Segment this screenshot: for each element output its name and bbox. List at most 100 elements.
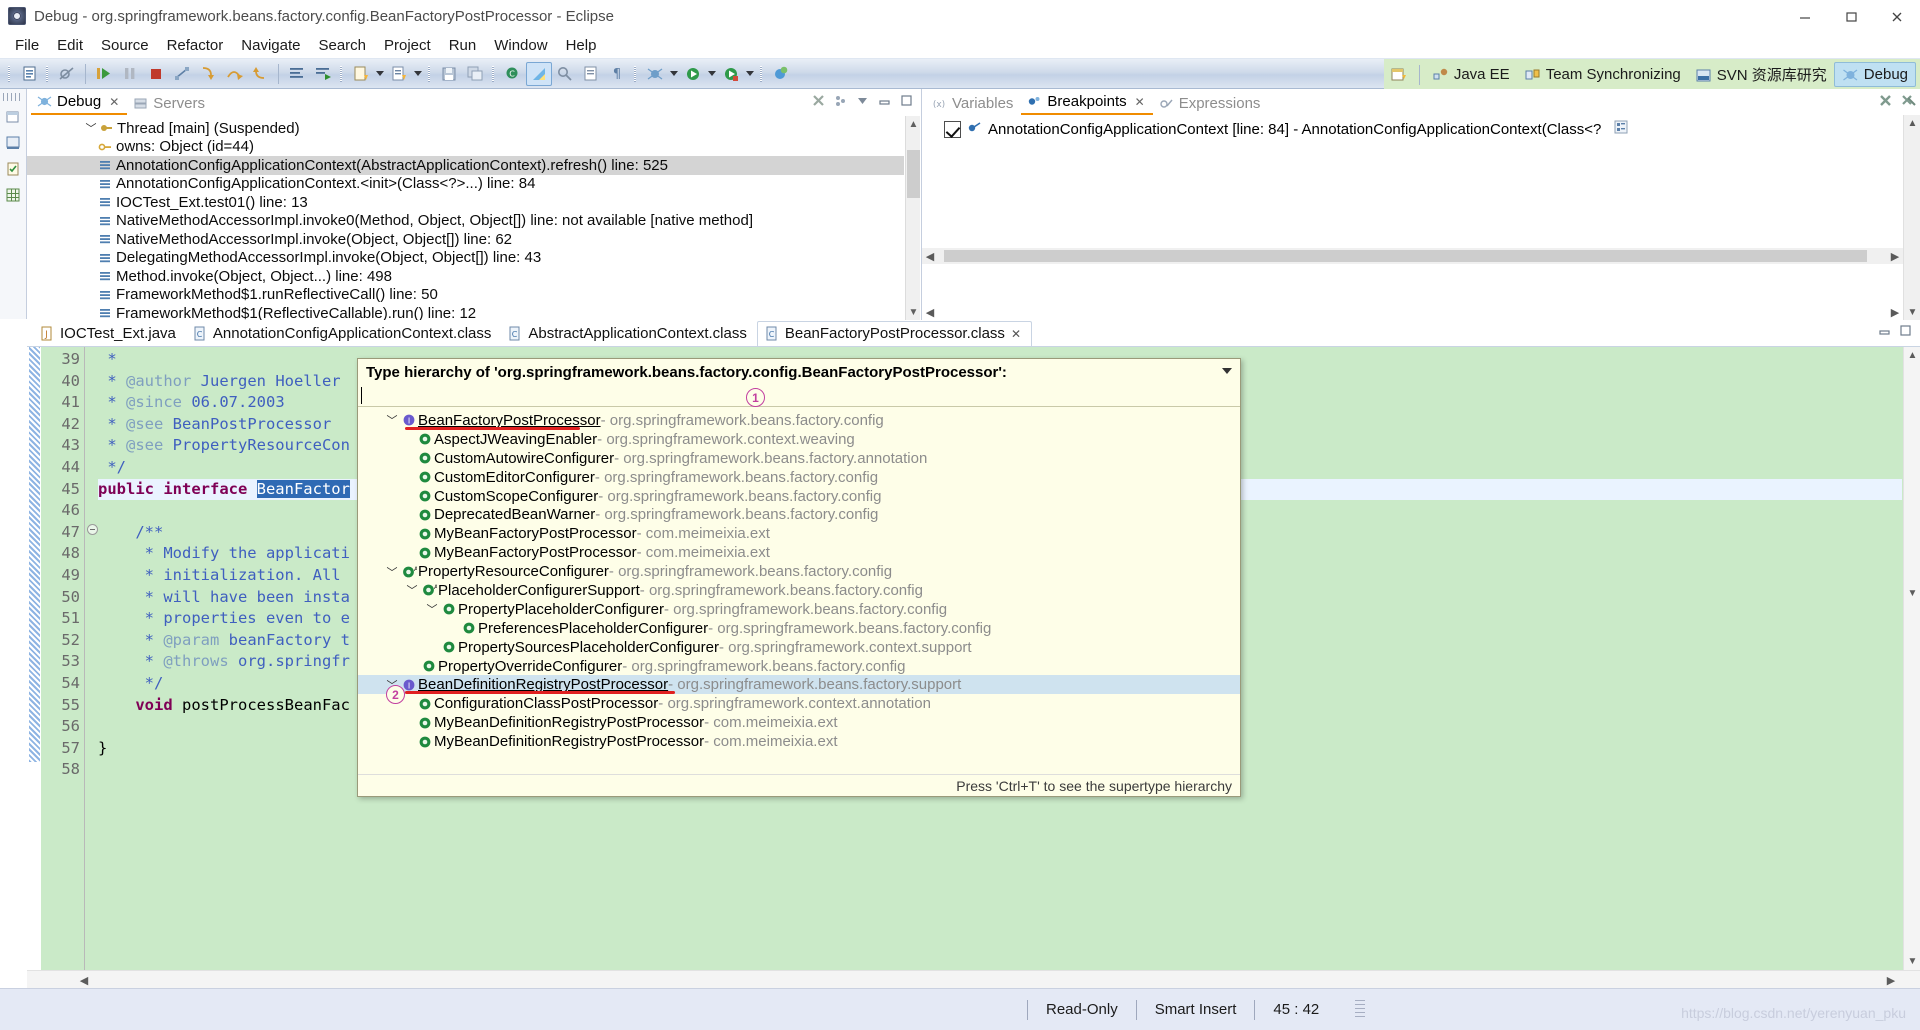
perspective-java-ee[interactable]: Java EE [1425,62,1517,87]
new-java-file-dropdown-icon[interactable] [374,62,386,86]
step-over-icon[interactable] [221,62,247,86]
tab-breakpoints-close-icon[interactable]: ✕ [1135,95,1145,109]
tab-variables[interactable]: (x) Variables [926,93,1021,115]
new-java-file-icon[interactable] [348,62,374,86]
minimize-icon[interactable] [1782,0,1828,33]
scrollbar-thumb[interactable] [907,150,920,198]
twisty-down-icon[interactable]: ﹀ [404,582,420,598]
hierarchy-row[interactable]: MyBeanDefinitionRegistryPostProcessor - … [358,713,1240,732]
menu-item-project[interactable]: Project [375,35,440,56]
perspective-team-synchronizing[interactable]: Team Synchronizing [1517,62,1688,87]
scroll-up-icon[interactable]: ▲ [906,116,921,132]
open-task-icon[interactable] [578,62,604,86]
hierarchy-row[interactable]: MyBeanDefinitionRegistryPostProcessor - … [358,732,1240,751]
menu-item-help[interactable]: Help [557,35,606,56]
breakpoints-bottom-scroll-region[interactable]: ◀ ▶ [922,304,1903,320]
menu-item-navigate[interactable]: Navigate [232,35,309,56]
paragraph-marks-icon[interactable]: ¶ [604,62,630,86]
stack-frame-row[interactable]: Method.invoke(Object, Object...) line: 4… [27,267,904,286]
editor-vertical-scrollbar[interactable]: ▲ ▼ ▼ [1903,347,1920,970]
code-folding-ruler[interactable] [84,347,98,970]
disconnect-icon[interactable] [169,62,195,86]
resume-icon[interactable] [91,62,117,86]
run-launch-dropdown-icon[interactable] [706,62,718,86]
suspend-icon[interactable] [117,62,143,86]
outline-view-icon[interactable] [3,185,23,205]
open-type-icon[interactable]: C [500,62,526,86]
view-menu-icon[interactable] [832,92,848,108]
run-as-server-dropdown-icon[interactable] [744,62,756,86]
maximize-icon[interactable] [1828,0,1874,33]
hierarchy-row[interactable]: PreferencesPlaceholderConfigurer - org.s… [358,619,1240,638]
editor-tab-annotationconfig[interactable]: C AnnotationConfigApplicationContext.cla… [186,322,502,346]
scroll-right-icon[interactable]: ▶ [1887,248,1903,264]
hierarchy-row[interactable]: MyBeanFactoryPostProcessor - com.meimeix… [358,524,1240,543]
hierarchy-row-bean-definition-registry-post-processor[interactable]: ﹀ I BeanDefinitionRegistryPostProcessor … [358,675,1240,695]
menu-item-file[interactable]: File [6,35,48,56]
remove-all-breakpoints-icon[interactable] [1900,92,1916,108]
toolbar-grip-5[interactable] [490,64,498,84]
view-menu-chevron-icon[interactable] [854,92,870,108]
debug-view-scrollbar[interactable]: ▲ ▼ [905,116,920,320]
menu-item-run[interactable]: Run [440,35,486,56]
hierarchy-row[interactable]: CustomAutowireConfigurer - org.springfra… [358,449,1240,468]
stack-frame-row[interactable]: DelegatingMethodAccessorImpl.invoke(Obje… [27,249,904,268]
editor-tab-abstractappcontext[interactable]: C AbstractApplicationContext.class [501,322,756,346]
hierarchy-row-property-resource-configurer[interactable]: ﹀ A PropertyResourceConfigurer - org.spr… [358,562,1240,581]
scroll-left-icon-2[interactable]: ◀ [922,304,938,320]
thread-row[interactable]: ﹀ Thread [main] (Suspended) [27,119,904,138]
new-class-dropdown-icon[interactable] [412,62,424,86]
open-perspective-icon[interactable] [1384,63,1414,87]
scroll-chevron-down-icon[interactable]: ▼ [1904,585,1920,602]
popup-filter-input[interactable] [358,385,1240,407]
debug-stack-list[interactable]: ﹀ Thread [main] (Suspended) owns: Object… [27,116,904,320]
hierarchy-row[interactable]: PropertySourcesPlaceholderConfigurer - o… [358,638,1240,657]
stack-frame-row[interactable]: NativeMethodAccessorImpl.invoke(Object, … [27,230,904,249]
breakpoint-checkbox[interactable] [944,120,961,138]
editor-tab-close-icon[interactable]: ✕ [1011,327,1021,341]
scroll-down-icon[interactable]: ▼ [1904,953,1920,970]
hierarchy-row-placeholder-configurer-support[interactable]: ﹀ A PlaceholderConfigurerSupport - org.s… [358,581,1240,600]
scroll-left-icon[interactable]: ◀ [75,971,93,989]
remove-breakpoint-icon[interactable] [1877,92,1893,108]
tab-servers[interactable]: Servers [127,93,213,115]
perspective-svn[interactable]: SVN 资源库研究 [1688,62,1834,87]
editor-tab-ioctest[interactable]: J IOCTest_Ext.java [33,322,186,346]
tab-debug-close-icon[interactable]: ✕ [109,95,119,109]
toolbar-grip[interactable] [6,64,14,84]
breakpoints-horizontal-scrollbar[interactable]: ◀ ▶ [922,248,1903,264]
scroll-up-icon[interactable]: ▲ [1904,115,1920,131]
perspective-debug[interactable]: Debug [1833,62,1916,87]
run-last-tool-icon[interactable] [526,61,552,86]
restore-view-icon[interactable] [3,107,23,127]
maximize-editor-icon[interactable] [1899,324,1912,342]
terminate-icon[interactable] [143,62,169,86]
stack-frame-row[interactable]: IOCTest_Ext.test01() line: 13 [27,193,904,212]
hierarchy-row[interactable]: MyBeanFactoryPostProcessor - com.meimeix… [358,543,1240,562]
remove-terminated-icon[interactable] [810,92,826,108]
twisty-down-icon[interactable]: ﹀ [384,412,400,428]
save-all-icon[interactable] [462,62,488,86]
scroll-up-icon[interactable]: ▲ [1904,347,1920,364]
run-as-server-icon[interactable] [718,62,744,86]
type-hierarchy-popup[interactable]: Type hierarchy of 'org.springframework.b… [357,358,1241,797]
save-icon[interactable] [436,62,462,86]
toolbar-grip-4[interactable] [426,64,434,84]
hierarchy-row[interactable]: ConfigurationClassPostProcessor - org.sp… [358,694,1240,713]
popup-menu-chevron-icon[interactable] [1222,368,1232,374]
minimize-editor-icon[interactable] [1878,324,1891,342]
status-grip[interactable] [1355,999,1366,1020]
stack-frame-row[interactable]: FrameworkMethod$1(ReflectiveCallable).ru… [27,304,904,320]
run-launch-icon[interactable] [680,62,706,86]
toolbar-grip-2[interactable] [44,64,52,84]
tasks-view-icon[interactable] [3,159,23,179]
scroll-down-icon[interactable]: ▼ [906,304,921,320]
thread-twisty-icon[interactable]: ﹀ [84,120,98,136]
hierarchy-row-property-placeholder-configurer[interactable]: ﹀ PropertyPlaceholderConfigurer - org.sp… [358,600,1240,619]
twisty-down-icon[interactable]: ﹀ [424,601,440,617]
stack-frame-row[interactable]: NativeMethodAccessorImpl.invoke0(Method,… [27,212,904,231]
close-icon[interactable] [1874,0,1920,33]
editor-marker-gutter[interactable] [27,347,41,970]
breakpoint-row[interactable]: AnnotationConfigApplicationContext [line… [922,115,1920,139]
menu-item-window[interactable]: Window [485,35,556,56]
